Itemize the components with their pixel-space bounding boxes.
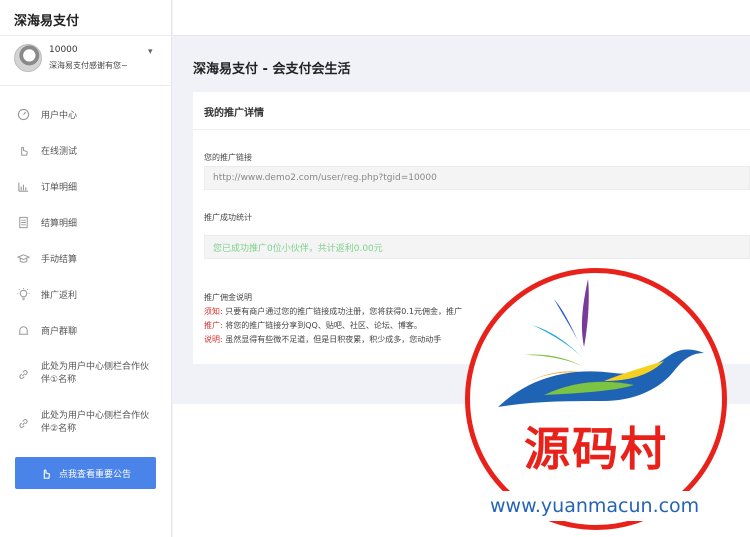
- desc-key: 须知:: [204, 307, 223, 316]
- sidebar: 深海易支付 10000 深海易支付感谢有您~ ▾ 用户中心 在线测试 订单明细 …: [0, 0, 172, 537]
- sidebar-item-user-center[interactable]: 用户中心: [0, 96, 171, 132]
- sidebar-item-partner-2[interactable]: 此处为用户中心侧栏合作伙伴②名称: [0, 410, 171, 446]
- card-title: 我的推广详情: [193, 92, 750, 130]
- watermark-url: www.yuanmacun.com: [488, 491, 728, 521]
- sidebar-item-referral[interactable]: 推广返利: [0, 276, 171, 312]
- watermark-name: 源码村: [524, 422, 668, 476]
- desc-text: 将您的推广链接分享到QQ、贴吧、社区、论坛、博客。: [222, 321, 422, 330]
- sidebar-item-orders[interactable]: 订单明细: [0, 168, 171, 204]
- brand-title: 深海易支付: [0, 0, 171, 36]
- hand-pointer-icon: [43, 469, 50, 479]
- sidebar-item-label: 手动结算: [41, 254, 78, 265]
- bar-chart-icon: [16, 179, 30, 193]
- desc-title: 推广佣金说明: [204, 293, 252, 302]
- top-bar: [173, 0, 750, 36]
- graduation-cap-icon: [16, 251, 30, 265]
- lightbulb-icon: [16, 287, 30, 301]
- avatar: [14, 44, 42, 72]
- sidebar-item-online-test[interactable]: 在线测试: [0, 132, 171, 168]
- sidebar-item-settlements[interactable]: 结算明细: [0, 204, 171, 240]
- desc-line-promote: 推广: 将您的推广链接分享到QQ、贴吧、社区、论坛、博客。: [204, 320, 422, 331]
- referral-link-value: http://www.demo2.com/user/reg.php?tgid=1…: [213, 173, 437, 183]
- desc-key: 说明:: [204, 335, 223, 344]
- bell-icon: [16, 323, 30, 337]
- watermark-logo: 源码村 www.yuanmacun.com: [465, 268, 728, 530]
- sidebar-item-label: 订单明细: [41, 182, 78, 193]
- link-label: 您的推广链接: [204, 153, 252, 162]
- stat-label: 推广成功统计: [204, 213, 252, 222]
- sidebar-item-label: 在线测试: [41, 146, 78, 157]
- page-title: 深海易支付 - 会支付会生活: [193, 62, 351, 77]
- user-panel[interactable]: 10000 深海易支付感谢有您~ ▾: [0, 36, 171, 86]
- referral-link-field[interactable]: http://www.demo2.com/user/reg.php?tgid=1…: [204, 166, 750, 190]
- desc-line-notice: 须知: 只要有商户通过您的推广链接成功注册，您将获得0.1元佣金，推广: [204, 306, 462, 317]
- sidebar-item-label: 用户中心: [41, 110, 78, 121]
- user-id: 10000: [49, 45, 78, 55]
- sidebar-item-label: 此处为用户中心侧栏合作伙伴①名称: [41, 362, 150, 385]
- bird-logo-icon: [498, 279, 704, 407]
- referral-stat-value: 您已成功推广0位小伙伴，共计返利0.00元: [213, 243, 383, 254]
- sidebar-item-label: 商户群聊: [41, 326, 78, 337]
- sidebar-item-merchant-chat[interactable]: 商户群聊: [0, 312, 171, 348]
- sidebar-item-manual-settle[interactable]: 手动结算: [0, 240, 171, 276]
- desc-text: 虽然显得有些微不足道，但是日积夜累，积少成多，您动动手: [222, 335, 442, 344]
- referral-stat-field: 您已成功推广0位小伙伴，共计返利0.00元: [204, 235, 750, 259]
- sidebar-item-label: 结算明细: [41, 218, 78, 229]
- desc-key: 推广:: [204, 321, 223, 330]
- link-icon: [16, 416, 30, 430]
- notice-button-label: 点我查看重要公告: [58, 469, 131, 480]
- notice-button[interactable]: 点我查看重要公告: [15, 457, 156, 489]
- chevron-down-icon[interactable]: ▾: [148, 47, 153, 57]
- sidebar-item-label: 推广返利: [41, 290, 78, 301]
- link-icon: [16, 367, 30, 381]
- sidebar-item-label: 此处为用户中心侧栏合作伙伴②名称: [41, 411, 150, 434]
- sidebar-item-partner-1[interactable]: 此处为用户中心侧栏合作伙伴①名称: [0, 361, 171, 397]
- dashboard-icon: [16, 107, 30, 121]
- document-icon: [16, 215, 30, 229]
- user-desc: 深海易支付感谢有您~: [49, 61, 128, 70]
- desc-text: 只要有商户通过您的推广链接成功注册，您将获得0.1元佣金，推广: [222, 307, 462, 316]
- hand-pointer-icon: [16, 143, 30, 157]
- desc-line-explain: 说明: 虽然显得有些微不足道，但是日积夜累，积少成多，您动动手: [204, 334, 441, 345]
